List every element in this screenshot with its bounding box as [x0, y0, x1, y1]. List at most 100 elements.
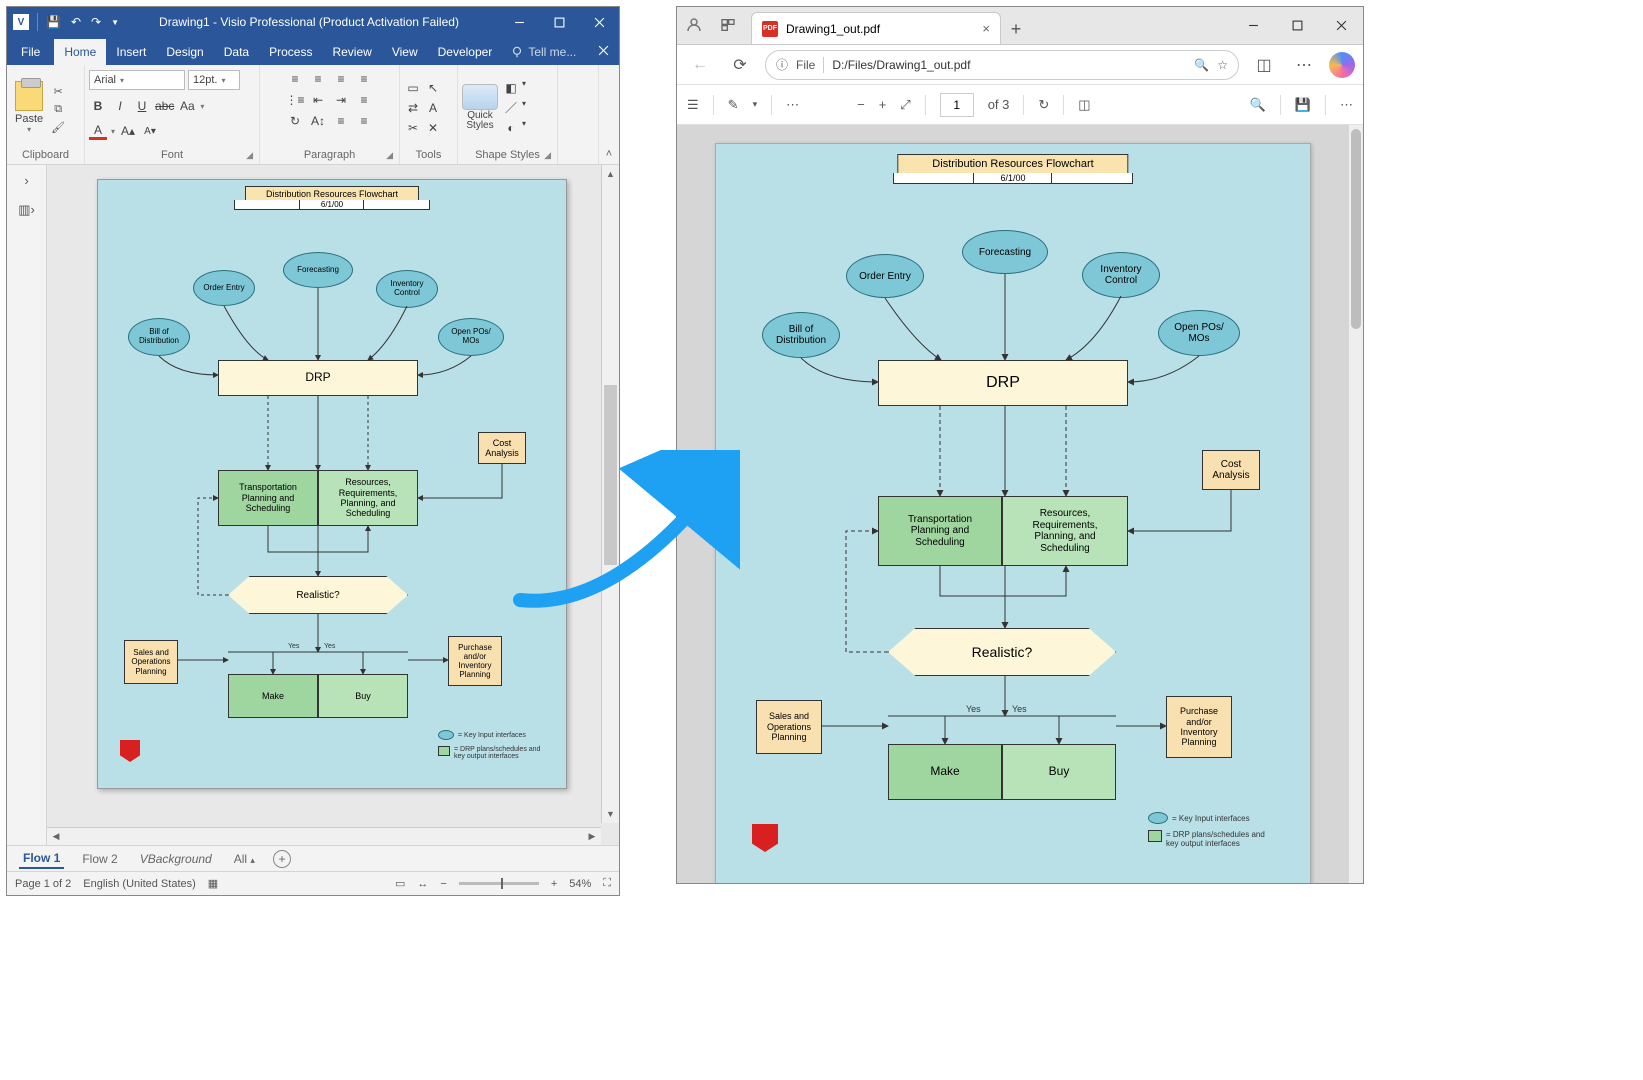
edge-maximize-button[interactable]	[1275, 6, 1319, 44]
site-info-icon[interactable]: ⓘ	[776, 56, 788, 73]
pdf-more-icon[interactable]: ⋯	[1340, 97, 1353, 113]
contents-icon[interactable]: ☰	[687, 97, 699, 113]
shape-dialog-icon[interactable]: ◢	[544, 150, 551, 161]
fill-button[interactable]: ◧	[502, 79, 520, 97]
sheet-flow2[interactable]: Flow 2	[78, 850, 121, 868]
edge-scroll-thumb[interactable]	[1351, 129, 1361, 329]
align-right-button[interactable]: ≡	[331, 70, 351, 88]
crop-tool-icon[interactable]: ✂	[404, 119, 422, 137]
close-button[interactable]	[579, 7, 619, 37]
case-button[interactable]: Aa	[178, 97, 196, 115]
node-order[interactable]: Order Entry	[193, 270, 255, 306]
cursor-tool-icon[interactable]: ↖	[424, 79, 442, 97]
pointer-tool-icon[interactable]: ▭	[404, 79, 422, 97]
align-left-button[interactable]: ≡	[285, 70, 305, 88]
tab-actions-icon[interactable]	[711, 6, 745, 44]
underline-button[interactable]: U	[133, 97, 151, 115]
tab-home[interactable]: Home	[54, 39, 106, 65]
favorite-icon[interactable]: ☆	[1217, 58, 1228, 72]
cut-icon[interactable]: ✂	[49, 84, 67, 100]
italic-button[interactable]: I	[111, 97, 129, 115]
fit-page-icon[interactable]: ⛶	[603, 877, 611, 890]
quick-styles-button[interactable]: Quick Styles	[462, 84, 498, 131]
page-view-icon[interactable]: ◫	[1078, 97, 1090, 113]
font-size-combo[interactable]: 12pt.▾	[188, 70, 240, 90]
expand-shapes-icon[interactable]: ›	[24, 173, 28, 188]
page-input[interactable]	[940, 93, 974, 117]
refresh-button[interactable]: ⟳	[725, 50, 755, 80]
tab-review[interactable]: Review	[322, 39, 381, 65]
line-button[interactable]: ／	[502, 99, 520, 117]
redo-icon[interactable]: ↷	[91, 15, 101, 29]
zoom-addr-icon[interactable]: 🔍	[1194, 58, 1209, 72]
edge-scrollbar[interactable]	[1349, 125, 1363, 883]
rotate-icon[interactable]: ↻	[1038, 97, 1049, 113]
zoom-out-pdf[interactable]: −	[857, 97, 865, 112]
indent-left-button[interactable]: ⇤	[308, 91, 328, 109]
node-trans[interactable]: Transportation Planning and Scheduling	[218, 470, 318, 526]
edge-close-button[interactable]	[1319, 6, 1363, 44]
presentation-mode-icon[interactable]: ▭	[395, 877, 405, 890]
spacing-button[interactable]: A↕	[308, 112, 328, 130]
font-dialog-icon[interactable]: ◢	[246, 150, 253, 161]
save-icon[interactable]: 💾	[46, 15, 61, 29]
copy-icon[interactable]: ⧉	[49, 102, 67, 118]
scroll-down-icon[interactable]: ▼	[602, 805, 619, 823]
font-name-combo[interactable]: Arial▾	[89, 70, 185, 90]
text-tool-icon[interactable]: A	[424, 99, 442, 117]
node-bill[interactable]: Bill of Distribution	[128, 318, 190, 356]
node-make[interactable]: Make	[228, 674, 318, 718]
tab-design[interactable]: Design	[156, 39, 213, 65]
align-bottom-button[interactable]: ≡	[354, 112, 374, 130]
zoom-in-pdf[interactable]: +	[879, 97, 887, 112]
node-pos[interactable]: Open POs/ MOs	[438, 318, 504, 356]
node-forecast[interactable]: Forecasting	[283, 252, 353, 288]
undo-icon[interactable]: ↶	[71, 15, 81, 29]
align-middle-button[interactable]: ≡	[354, 91, 374, 109]
pdf-viewport[interactable]: Distribution Resources Flowchart 6/1/00 …	[677, 125, 1363, 883]
vertical-scrollbar[interactable]: ▲▼	[601, 165, 619, 823]
horizontal-scrollbar[interactable]: ◀▶	[47, 827, 601, 845]
settings-menu-icon[interactable]: ⋯	[1289, 50, 1319, 80]
canvas[interactable]: Distribution Resources Flowchart 6/1/00 …	[47, 165, 619, 845]
zoom-slider[interactable]	[459, 882, 539, 885]
format-painter-icon[interactable]: 🖌	[49, 120, 67, 136]
effects-button[interactable]: ◐	[502, 119, 520, 137]
paste-button[interactable]: Paste ▾	[11, 81, 47, 134]
tab-process[interactable]: Process	[259, 39, 322, 65]
pdf-page[interactable]: Distribution Resources Flowchart 6/1/00 …	[715, 143, 1311, 883]
address-bar[interactable]: ⓘ File D:/Files/Drawing1_out.pdf 🔍 ☆	[765, 50, 1239, 80]
scroll-right-icon[interactable]: ▶	[583, 828, 601, 845]
node-res[interactable]: Resources, Requirements, Planning, and S…	[318, 470, 418, 526]
node-buy[interactable]: Buy	[318, 674, 408, 718]
scroll-up-icon[interactable]: ▲	[602, 165, 619, 183]
stencil-icon[interactable]: ▥›	[18, 202, 35, 218]
sheet-vbackground[interactable]: VBackground	[136, 850, 216, 868]
draw-icon[interactable]: ✎	[728, 97, 739, 113]
grow-font-button[interactable]: A▴	[119, 122, 137, 140]
minimize-button[interactable]	[499, 7, 539, 37]
paragraph-dialog-icon[interactable]: ◢	[386, 150, 393, 161]
node-cost[interactable]: Cost Analysis	[478, 432, 526, 464]
sheet-flow1[interactable]: Flow 1	[19, 849, 64, 869]
node-sales[interactable]: Sales and Operations Planning	[124, 640, 178, 684]
qat-dropdown-icon[interactable]: ▼	[111, 18, 119, 27]
tab-developer[interactable]: Developer	[428, 39, 503, 65]
connector-tool-icon[interactable]: ⇄	[404, 99, 422, 117]
copilot-icon[interactable]	[1329, 52, 1355, 78]
new-tab-button[interactable]: +	[1001, 14, 1031, 44]
node-purchase[interactable]: Purchase and/or Inventory Planning	[448, 636, 502, 686]
justify-button[interactable]: ≡	[331, 112, 351, 130]
zoom-out-button[interactable]: −	[440, 878, 446, 890]
drawing-page[interactable]: Distribution Resources Flowchart 6/1/00 …	[97, 179, 567, 789]
tab-view[interactable]: View	[382, 39, 428, 65]
ribbon-doc-close[interactable]	[588, 39, 619, 65]
fit-page-pdf-icon[interactable]: ⤢	[900, 97, 910, 113]
scroll-thumb[interactable]	[604, 385, 617, 565]
edge-minimize-button[interactable]	[1231, 6, 1275, 44]
add-sheet-button[interactable]: +	[273, 850, 291, 868]
rotate-button[interactable]: ↻	[285, 112, 305, 130]
save-pdf-icon[interactable]: 💾	[1295, 97, 1311, 113]
sheet-all[interactable]: All ▴	[230, 850, 259, 868]
maximize-button[interactable]	[539, 7, 579, 37]
